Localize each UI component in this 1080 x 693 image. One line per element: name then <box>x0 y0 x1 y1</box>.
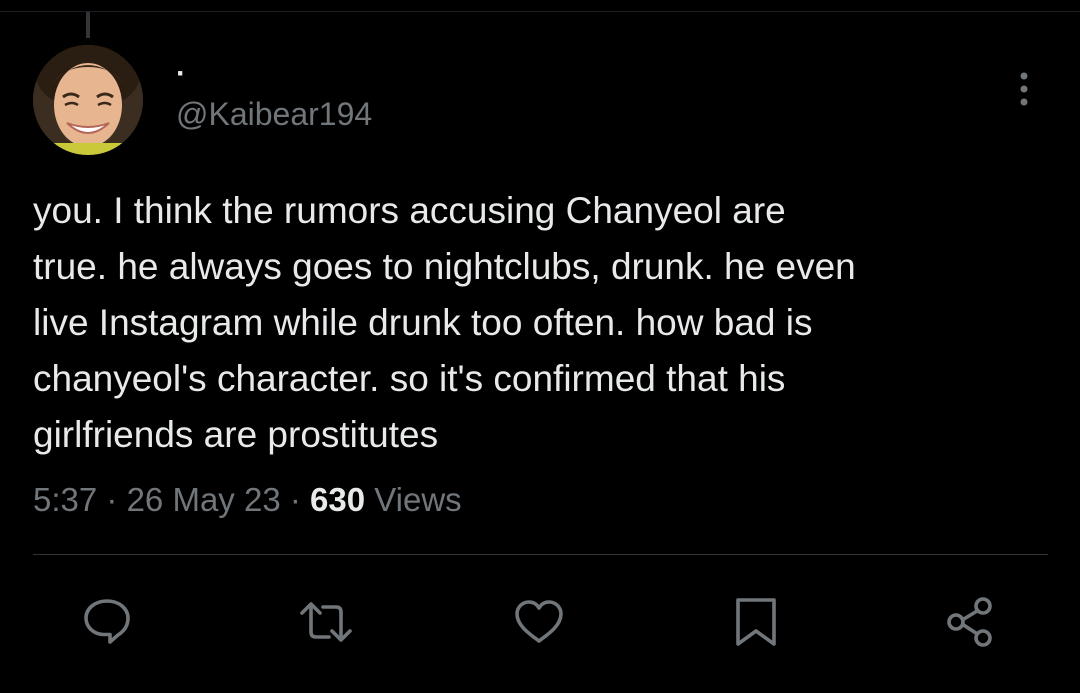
meta-separator: · <box>106 481 118 518</box>
retweet-icon <box>300 602 352 642</box>
tweet-metadata: 5:37 · 26 May 23 · 630 Views <box>33 478 462 522</box>
more-options-button[interactable] <box>1006 70 1042 110</box>
reply-button[interactable] <box>79 594 135 650</box>
share-icon <box>947 597 992 647</box>
avatar[interactable] <box>33 45 143 155</box>
display-name[interactable]: · <box>176 58 186 90</box>
top-separator <box>0 11 1080 12</box>
action-bar-divider <box>33 554 1048 555</box>
thread-connector-line <box>86 12 90 38</box>
views-count: 630 <box>310 481 366 518</box>
meta-separator: · <box>289 481 301 518</box>
views-label: Views <box>374 481 462 518</box>
tweet-text: you. I think the rumors accusing Chanyeo… <box>33 190 856 455</box>
reply-icon <box>84 599 130 644</box>
share-button[interactable] <box>942 594 998 650</box>
bookmark-button[interactable] <box>728 594 784 650</box>
tweet-time[interactable]: 5:37 <box>33 481 97 518</box>
bookmark-icon <box>736 598 776 646</box>
retweet-button[interactable] <box>298 594 354 650</box>
user-handle[interactable]: @Kaibear194 <box>176 94 372 134</box>
like-button[interactable] <box>511 594 567 650</box>
heart-icon <box>515 600 563 643</box>
more-vertical-icon <box>1020 72 1028 106</box>
tweet-date[interactable]: 26 May 23 <box>127 481 281 518</box>
